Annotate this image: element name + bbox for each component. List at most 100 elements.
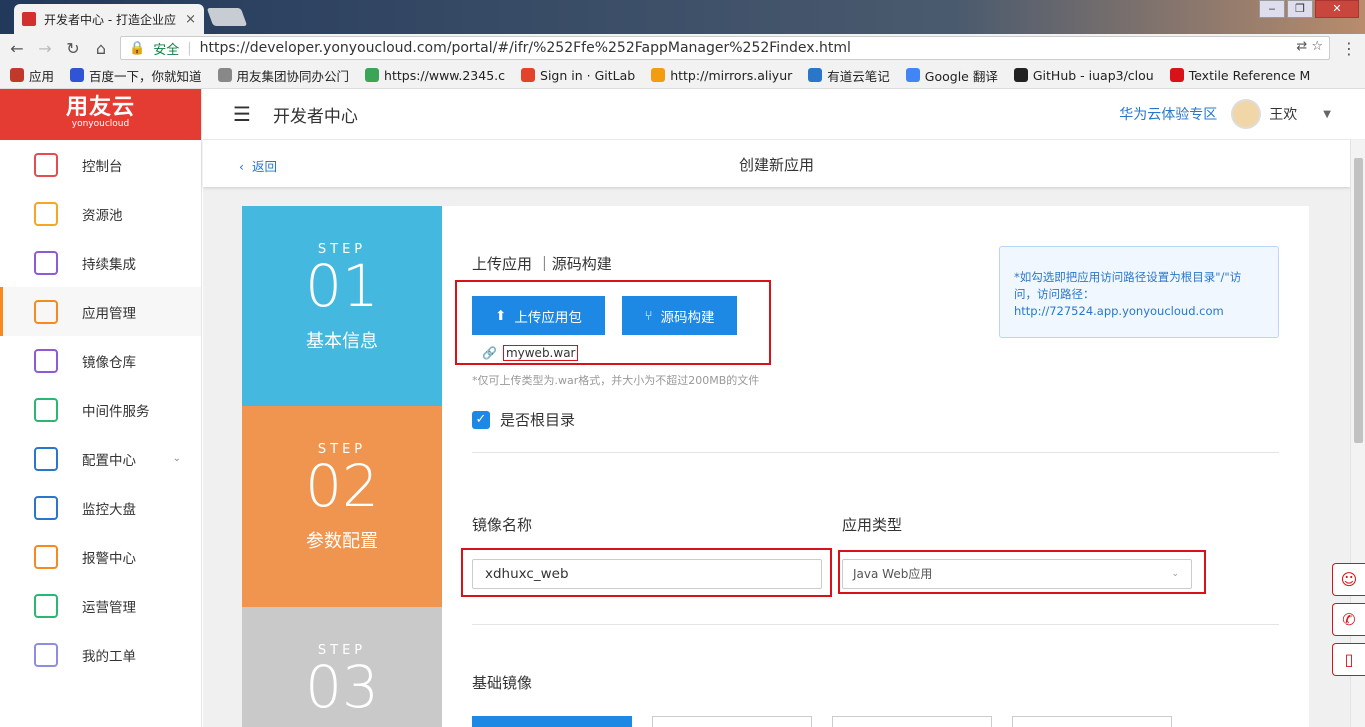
bookmark-favicon-icon <box>365 68 380 82</box>
chevron-down-icon: ⌄ <box>1171 569 1179 579</box>
sidebar-item[interactable]: 监控大盘 <box>0 483 201 532</box>
sidebar-item[interactable]: 中间件服务 <box>0 385 201 434</box>
sidebar-item-label: 镜像仓库 <box>82 354 136 371</box>
bookmark-item[interactable]: 应用 <box>10 66 54 85</box>
sidebar-item[interactable]: 报警中心 <box>0 532 201 581</box>
sidebar-item[interactable]: 运营管理 <box>0 581 201 630</box>
window-controls: ‒ ❐ ✕ <box>1259 0 1359 18</box>
bookmark-item[interactable]: 有道云笔记 <box>808 66 890 85</box>
menu-kebab-icon[interactable]: ⋮ <box>1341 39 1357 58</box>
upload-mode-label: 上传应用 ｜源码构建 <box>472 255 612 273</box>
divider <box>472 624 1279 625</box>
bell-icon <box>34 544 58 569</box>
image-name-label: 镜像名称 <box>472 516 533 534</box>
image-name-input[interactable]: xdhuxc_web <box>472 559 822 589</box>
bookmark-item[interactable]: https://www.2345.c <box>365 68 505 83</box>
huawei-cloud-link[interactable]: 华为云体验专区 <box>1119 104 1217 124</box>
bookmark-label: 百度一下，你就知道 <box>89 68 202 84</box>
omnibox-divider: | <box>187 40 192 56</box>
upload-package-button[interactable]: ⬆ 上传应用包 <box>472 296 605 335</box>
sidebar-item[interactable]: 资源池 <box>0 189 201 238</box>
back-arrow-icon[interactable]: ← <box>6 39 28 58</box>
base-image-label: 基础镜像 <box>472 674 533 692</box>
bookmarks-bar: 应用 百度一下，你就知道 用友集团协同办公门 https://www.2345.c Si… <box>0 62 1365 89</box>
step-1[interactable]: STEP 01 基本信息 <box>242 206 442 406</box>
upload-hint: *仅可上传类型为.war格式，并大小为不超过200MB的文件 <box>472 374 760 387</box>
bookmark-item[interactable]: http://mirrors.aliyur <box>651 68 792 83</box>
reload-icon[interactable]: ↻ <box>62 39 84 58</box>
bookmark-item[interactable]: Sign in · GitLab <box>521 68 635 83</box>
step-3[interactable]: STEP 03 <box>242 607 442 727</box>
forward-arrow-icon[interactable]: → <box>34 39 56 58</box>
step-2[interactable]: STEP 02 参数配置 <box>242 406 442 607</box>
sidebar-item[interactable]: 持续集成 <box>0 238 201 287</box>
sidebar-item[interactable]: 应用管理 <box>0 287 201 336</box>
sidebar-item[interactable]: 我的工单 <box>0 630 201 679</box>
checkbox-checked-icon[interactable]: ✓ <box>472 410 490 429</box>
chevron-down-icon[interactable]: ⌄ <box>173 453 181 464</box>
top-bar: ☰ 开发者中心 华为云体验专区 王欢 ▼ <box>203 89 1365 140</box>
mobile-icon[interactable]: ▯ <box>1332 643 1365 676</box>
sidebar-item-label: 配置中心 <box>82 452 136 469</box>
brand-subname: yonyoucloud <box>71 119 130 129</box>
bookmark-label: http://mirrors.aliyur <box>670 67 793 83</box>
uploaded-file: 🔗 myweb.war <box>482 345 579 361</box>
sidebar-item-label: 控制台 <box>82 158 123 175</box>
sidebar-item[interactable]: 镜像仓库 <box>0 336 201 385</box>
app-type-value: Java Web应用 <box>853 567 933 581</box>
new-tab-button[interactable] <box>206 8 248 26</box>
bookmark-favicon-icon <box>217 68 232 82</box>
sidebar-item[interactable]: 控制台 <box>0 140 201 189</box>
bookmark-item[interactable]: Textile Reference M <box>1169 68 1310 83</box>
close-window-button[interactable]: ✕ <box>1315 0 1359 18</box>
step-label: STEP <box>317 643 367 658</box>
secure-label: 安全 <box>153 42 180 58</box>
lock-icon: 🔒 <box>129 40 146 56</box>
avatar[interactable] <box>1231 99 1262 129</box>
username[interactable]: 王欢 <box>1269 104 1297 124</box>
wizard-card: STEP 01 基本信息 STEP 02 参数配置 STEP 03 上传应用 ｜… <box>242 206 1309 727</box>
robot-icon[interactable]: ☺ <box>1332 563 1365 596</box>
cubes-icon <box>34 299 58 324</box>
document-icon <box>34 642 58 667</box>
tab-title: 开发者中心 - 打造企业应 <box>44 12 176 27</box>
home-icon[interactable]: ⌂ <box>90 39 112 58</box>
bookmark-item[interactable]: 用友集团协同办公门 <box>217 66 349 85</box>
source-build-button[interactable]: ⑂ 源码构建 <box>622 296 737 335</box>
integration-icon <box>34 250 58 275</box>
url-text[interactable]: https://developer.yonyoucloud.com/portal… <box>200 40 851 56</box>
page-scrollbar[interactable] <box>1350 140 1365 727</box>
minimize-button[interactable]: ‒ <box>1259 0 1285 18</box>
hamburger-menu-icon[interactable]: ☰ <box>233 102 251 126</box>
phone-icon[interactable]: ✆ <box>1332 603 1365 636</box>
sidebar-item-label: 资源池 <box>82 207 123 224</box>
sub-title: 创建新应用 <box>738 156 814 174</box>
info-url: http://727524.app.yonyoucloud.com <box>1014 304 1224 318</box>
bookmark-favicon-icon <box>1169 68 1184 82</box>
page-title: 开发者中心 <box>272 106 358 127</box>
inbox-icon <box>34 201 58 226</box>
sidebar-item[interactable]: 配置中心 ⌄ <box>0 434 201 483</box>
brand-logo[interactable]: 用友云 yonyoucloud <box>0 89 201 140</box>
restore-button[interactable]: ❐ <box>1287 0 1313 18</box>
base-image-option[interactable] <box>832 716 992 727</box>
base-image-option[interactable] <box>472 716 632 727</box>
warehouse-icon <box>34 348 58 373</box>
app-type-label: 应用类型 <box>842 516 903 534</box>
omnibox[interactable]: 🔒 安全 | https://developer.yonyoucloud.com… <box>120 36 1330 60</box>
address-bar-row: ← → ↻ ⌂ 🔒 安全 | https://developer.yonyouc… <box>0 34 1365 62</box>
tab-close-icon[interactable]: × <box>185 12 196 27</box>
translate-star-icons[interactable]: ⇄ ☆ <box>1296 39 1323 54</box>
app-type-select[interactable]: Java Web应用 ⌄ <box>842 559 1192 589</box>
bookmark-item[interactable]: GitHub - iuap3/clou <box>1013 68 1154 83</box>
base-image-option[interactable] <box>1012 716 1172 727</box>
caret-down-icon[interactable]: ▼ <box>1323 109 1331 120</box>
bookmark-item[interactable]: 百度一下，你就知道 <box>70 66 202 85</box>
root-dir-checkbox-row[interactable]: ✓ 是否根目录 <box>472 409 575 430</box>
browser-tab[interactable]: 开发者中心 - 打造企业应 × <box>14 4 204 34</box>
bookmark-label: https://www.2345.c <box>384 67 506 83</box>
base-image-option[interactable] <box>652 716 812 727</box>
step-label: STEP <box>317 242 367 257</box>
scrollbar-thumb[interactable] <box>1354 158 1363 443</box>
bookmark-item[interactable]: Google 翻译 <box>905 66 998 85</box>
